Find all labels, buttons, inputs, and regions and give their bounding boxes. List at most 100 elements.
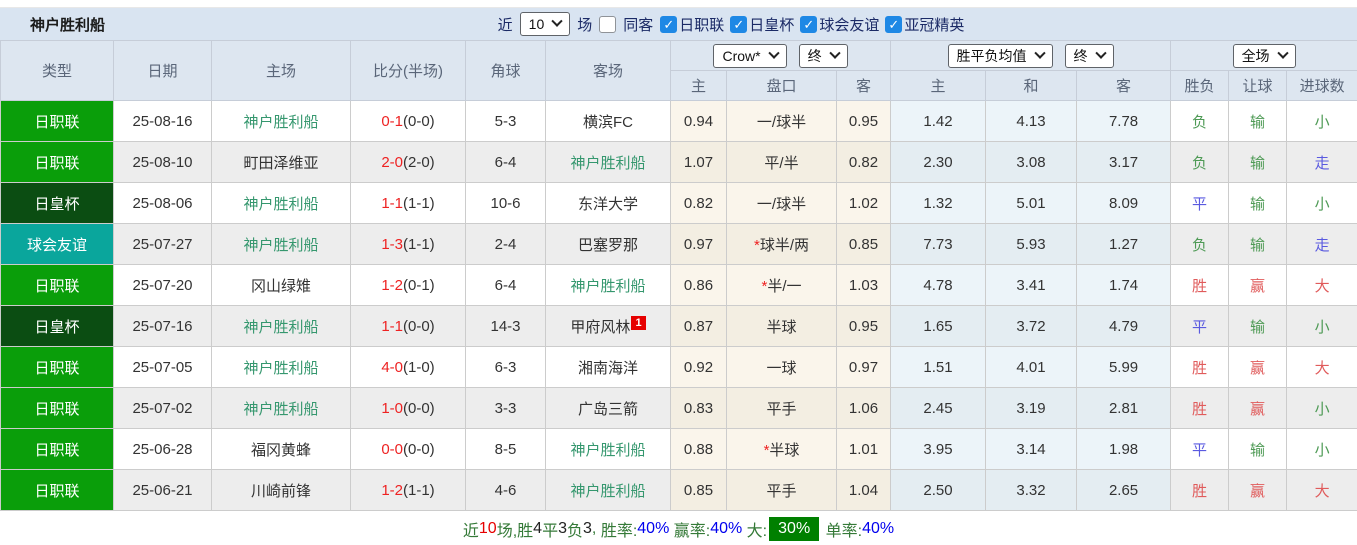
goals-result-cell: 小	[1286, 387, 1357, 429]
summary-segment: 3	[583, 519, 592, 537]
handicap-result-cell: 输	[1228, 223, 1288, 265]
subheader-asian-away: 客	[835, 70, 892, 101]
col-header-score: 比分(半场)	[350, 40, 466, 101]
league-filter: ✓ 日职联	[660, 14, 724, 35]
outcome-result-cell: 胜	[1170, 264, 1230, 306]
asian-away-odds-cell: 1.03	[835, 264, 892, 306]
asian-handicap-cell: 平手	[726, 469, 837, 511]
league-filter-checkbox[interactable]: ✓	[800, 15, 818, 33]
league-filter-checkbox[interactable]: ✓	[660, 15, 678, 33]
league-filter-checkbox[interactable]: ✓	[885, 15, 903, 33]
col-header-away: 客场	[545, 40, 671, 101]
subheader-handicap: 盘口	[726, 70, 837, 101]
asian-time-value: 终	[807, 47, 822, 64]
games-label: 场	[577, 16, 593, 34]
date-cell: 25-08-10	[113, 141, 212, 183]
summary-segment: ,	[591, 519, 601, 537]
asian-away-odds-cell: 1.04	[835, 469, 892, 511]
summary-segment: 胜率:	[600, 522, 638, 540]
outcome-result-cell: 平	[1170, 305, 1230, 347]
home-team-cell: 神户胜利船	[211, 223, 351, 265]
handicap-result-cell: 输	[1228, 305, 1288, 347]
asian-home-odds-cell: 0.82	[670, 182, 727, 224]
table-row: 球会友谊 25-07-27 神户胜利船 1-3(1-1) 2-4 巴塞罗那 0.97 *球半/…	[0, 223, 1357, 265]
same-opponent-label: 同客	[623, 16, 654, 34]
table-body: 日职联 25-08-16 神户胜利船 0-1(0-0) 5-3 横滨FC 0.94 一/球半 0…	[0, 100, 1357, 511]
euro-home-odds-cell: 1.42	[890, 100, 987, 142]
date-cell: 25-08-06	[113, 182, 212, 224]
euro-away-odds-cell: 8.09	[1076, 182, 1172, 224]
same-opponent-checkbox[interactable]	[599, 15, 617, 33]
league-type-cell: 日职联	[0, 346, 114, 388]
asian-home-odds-cell: 0.85	[670, 469, 727, 511]
euro-draw-odds-cell: 3.19	[985, 387, 1078, 429]
near-label: 近	[497, 16, 513, 34]
corners-cell: 5-3	[465, 100, 546, 142]
chevron-down-icon	[1276, 47, 1289, 59]
summary-segment: 10	[478, 519, 497, 537]
col-header-corners: 角球	[465, 40, 546, 101]
asian-home-odds-cell: 0.92	[670, 346, 727, 388]
euro-home-odds-cell: 1.51	[890, 346, 987, 388]
away-team-cell: 甲府风林 1	[545, 305, 671, 347]
asian-time-select[interactable]: 终	[798, 43, 848, 68]
asian-away-odds-cell: 1.02	[835, 182, 892, 224]
euro-average-select[interactable]: 胜平负均值	[947, 43, 1053, 68]
asian-handicap-cell: *半球	[726, 428, 837, 470]
euro-away-odds-cell: 1.98	[1076, 428, 1172, 470]
score-cell: 4-0(1-0)	[350, 346, 466, 388]
score-cell: 1-1(1-1)	[350, 182, 466, 224]
summary-segment: 近	[462, 522, 479, 540]
live-odds-star: *	[763, 441, 770, 459]
summary-segment: 平	[542, 522, 559, 540]
date-cell: 25-07-20	[113, 264, 212, 306]
league-filter-checkbox[interactable]: ✓	[730, 15, 748, 33]
euro-home-odds-cell: 4.78	[890, 264, 987, 306]
league-type-cell: 球会友谊	[0, 223, 114, 265]
chevron-down-icon	[1033, 47, 1046, 59]
corners-cell: 3-3	[465, 387, 546, 429]
handicap-result-cell: 赢	[1228, 346, 1288, 388]
table-row: 日皇杯 25-07-16 神户胜利船 1-1(0-0) 14-3 甲府风林 1 0.87 半球 0…	[0, 305, 1357, 347]
euro-away-odds-cell: 1.74	[1076, 264, 1172, 306]
league-type-cell: 日皇杯	[0, 305, 114, 347]
summary-segment: 赢率:	[669, 522, 711, 540]
bookmaker-select[interactable]: Crow*	[713, 43, 787, 68]
recent-count-select[interactable]: 10	[519, 12, 571, 36]
date-cell: 25-06-21	[113, 469, 212, 511]
euro-home-odds-cell: 1.65	[890, 305, 987, 347]
outcome-result-cell: 平	[1170, 182, 1230, 224]
euro-draw-odds-cell: 4.13	[985, 100, 1078, 142]
handicap-result-cell: 赢	[1228, 469, 1288, 511]
outcome-result-cell: 胜	[1170, 469, 1230, 511]
euro-away-odds-cell: 2.65	[1076, 469, 1172, 511]
away-team-cell: 东洋大学	[545, 182, 671, 224]
euro-draw-odds-cell: 5.01	[985, 182, 1078, 224]
away-team-cell: 神户胜利船	[545, 469, 671, 511]
summary-segment: 30%	[769, 516, 820, 541]
subheader-asian-home: 主	[670, 70, 727, 101]
scope-value: 全场	[1241, 47, 1270, 64]
results-header: 全场	[1170, 40, 1357, 71]
scope-select[interactable]: 全场	[1232, 43, 1296, 68]
asian-home-odds-cell: 0.86	[670, 264, 727, 306]
subheader-euro-draw: 和	[985, 70, 1078, 101]
summary-segment: 3	[558, 519, 567, 537]
goals-result-cell: 走	[1286, 223, 1357, 265]
asian-away-odds-cell: 1.06	[835, 387, 892, 429]
outcome-result-cell: 胜	[1170, 346, 1230, 388]
table-row: 日皇杯 25-08-06 神户胜利船 1-1(1-1) 10-6 东洋大学 0.82 一/球半…	[0, 182, 1357, 224]
goals-result-cell: 大	[1286, 469, 1357, 511]
euro-time-select[interactable]: 终	[1064, 43, 1114, 68]
card-badge: 1	[631, 315, 646, 330]
asian-odds-header: Crow* 终	[669, 40, 892, 71]
table-row: 日职联 25-06-21 川崎前锋 1-2(1-1) 4-6 神户胜利船 0.85 平手 1.0…	[0, 469, 1357, 511]
away-team-cell: 广岛三箭	[545, 387, 671, 429]
matches-table: 类型 日期 主场 比分(半场) 角球 客场 Crow* 终 胜平负均值 终 全场…	[0, 40, 1357, 511]
home-team-cell: 神户胜利船	[211, 346, 351, 388]
euro-home-odds-cell: 2.45	[890, 387, 987, 429]
home-team-cell: 神户胜利船	[211, 305, 351, 347]
euro-home-odds-cell: 3.95	[890, 428, 987, 470]
col-header-home: 主场	[211, 40, 351, 101]
euro-away-odds-cell: 1.27	[1076, 223, 1172, 265]
